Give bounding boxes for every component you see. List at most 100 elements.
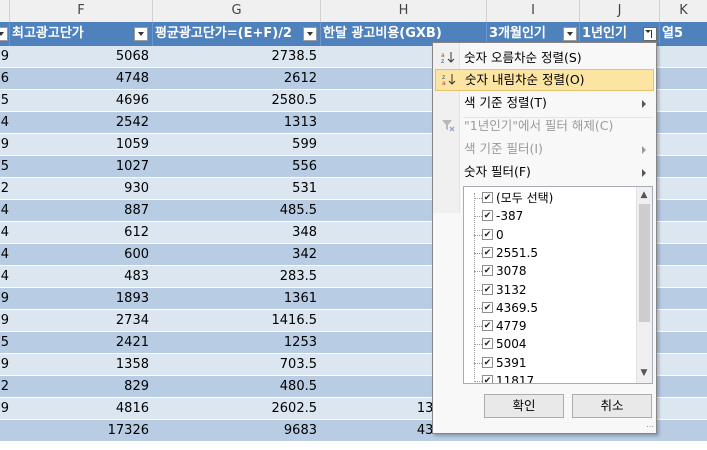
column-letter-j[interactable]: J — [580, 0, 660, 22]
cell-g[interactable]: 703.5 — [153, 354, 321, 376]
cell-f[interactable]: 483 — [10, 266, 153, 288]
cell-g[interactable]: 556 — [153, 156, 321, 178]
cell-k[interactable] — [660, 288, 707, 310]
column-letter-f[interactable]: F — [10, 0, 153, 22]
column-letter-g[interactable]: G — [153, 0, 321, 22]
cell-f[interactable]: 612 — [10, 222, 153, 244]
cell-g[interactable]: 480.5 — [153, 376, 321, 398]
filter-value-item[interactable]: ✔ 4369.5 — [482, 299, 538, 317]
filter-value-item[interactable]: ✔ 5391 — [482, 354, 527, 372]
menu-item-number-filter[interactable]: 숫자 필터(F) — [435, 161, 654, 183]
cell-e[interactable]: 9 — [0, 354, 10, 376]
filter-value-item[interactable]: ✔ -387 — [482, 207, 523, 225]
cell-k[interactable] — [660, 420, 707, 442]
cell-k[interactable] — [660, 332, 707, 354]
cell-e[interactable]: 4 — [0, 112, 10, 134]
cell-g[interactable]: 348 — [153, 222, 321, 244]
cell-g[interactable]: 1361 — [153, 288, 321, 310]
menu-item-sort-descending[interactable]: za 숫자 내림차순 정렬(O) — [435, 69, 654, 91]
cell-e[interactable]: 9 — [0, 310, 10, 332]
cell-e[interactable]: 5 — [0, 90, 10, 112]
filter-value-item[interactable]: ✔ (모두 선택) — [482, 189, 553, 207]
checkbox-checked-icon[interactable]: ✔ — [482, 192, 493, 203]
checkbox-checked-icon[interactable]: ✔ — [482, 356, 493, 368]
cell-f[interactable]: 1358 — [10, 354, 153, 376]
filter-value-item[interactable]: ✔ 11817 — [482, 372, 534, 383]
cell-k[interactable] — [660, 266, 707, 288]
cell-g[interactable]: 2580.5 — [153, 90, 321, 112]
cell-f[interactable]: 1027 — [10, 156, 153, 178]
cell-f[interactable]: 930 — [10, 178, 153, 200]
scroll-down-icon[interactable]: ▼ — [640, 369, 648, 378]
cell-k[interactable] — [660, 222, 707, 244]
cell-e[interactable]: 2 — [0, 178, 10, 200]
scroll-up-icon[interactable]: ▲ — [640, 191, 648, 200]
cell-g[interactable]: 342 — [153, 244, 321, 266]
filter-dropdown-g[interactable] — [303, 27, 317, 41]
checkbox-checked-icon[interactable]: ✔ — [482, 375, 493, 383]
cell-g[interactable]: 531 — [153, 178, 321, 200]
ok-button[interactable]: 확인 — [484, 394, 564, 418]
cell-e[interactable]: 6 — [0, 68, 10, 90]
cell-e[interactable]: 9 — [0, 134, 10, 156]
scroll-thumb[interactable] — [639, 204, 650, 322]
cell-k[interactable] — [660, 310, 707, 332]
filter-value-item[interactable]: ✔ 5004 — [482, 335, 527, 353]
menu-item-sort-ascending[interactable]: az 숫자 오름차순 정렬(S) — [435, 47, 654, 69]
cell-f[interactable]: 1059 — [10, 134, 153, 156]
column-letter-h[interactable]: H — [321, 0, 487, 22]
cell-e[interactable] — [0, 420, 10, 442]
filter-value-item[interactable]: ✔ 0 — [482, 226, 504, 244]
cell-f[interactable]: 4748 — [10, 68, 153, 90]
checkbox-checked-icon[interactable]: ✔ — [482, 283, 493, 295]
cell-g[interactable]: 1416.5 — [153, 310, 321, 332]
cell-k[interactable] — [660, 68, 707, 90]
cell-f[interactable]: 600 — [10, 244, 153, 266]
cell-e[interactable]: 9 — [0, 288, 10, 310]
cell-f[interactable]: 2542 — [10, 112, 153, 134]
cell-e[interactable]: 4 — [0, 222, 10, 244]
cell-g[interactable]: 485.5 — [153, 200, 321, 222]
filter-value-item[interactable]: ✔ 2551.5 — [482, 244, 538, 262]
checkbox-checked-icon[interactable]: ✔ — [482, 301, 493, 313]
checklist-scrollbar[interactable]: ▲ ▼ — [636, 187, 652, 383]
cell-k[interactable] — [660, 46, 707, 68]
filter-value-item[interactable]: ✔ 4779 — [482, 317, 527, 335]
cell-g[interactable]: 1313 — [153, 112, 321, 134]
column-letter-e[interactable] — [0, 0, 10, 22]
column-letter-i[interactable]: I — [487, 0, 580, 22]
cell-e[interactable]: 9 — [0, 46, 10, 68]
cell-f[interactable]: 2734 — [10, 310, 153, 332]
cell-e[interactable]: 4 — [0, 244, 10, 266]
checkbox-checked-icon[interactable]: ✔ — [482, 338, 493, 350]
cell-k[interactable] — [660, 156, 707, 178]
cell-e[interactable]: 5 — [0, 156, 10, 178]
checkbox-checked-icon[interactable]: ✔ — [482, 246, 493, 258]
cell-g[interactable]: 2738.5 — [153, 46, 321, 68]
menu-item-sort-by-color[interactable]: 색 기준 정렬(T) — [435, 92, 654, 114]
cell-k[interactable] — [660, 178, 707, 200]
cell-e[interactable]: 2 — [0, 376, 10, 398]
cell-k[interactable] — [660, 134, 707, 156]
cell-k[interactable] — [660, 398, 707, 420]
filter-dropdown-f[interactable] — [134, 27, 148, 41]
cell-f[interactable]: 5068 — [10, 46, 153, 68]
cell-e[interactable]: 5 — [0, 332, 10, 354]
cell-f[interactable]: 887 — [10, 200, 153, 222]
column-letter-k[interactable]: K — [660, 0, 707, 22]
cell-k[interactable] — [660, 354, 707, 376]
cell-k[interactable] — [660, 376, 707, 398]
checkbox-checked-icon[interactable]: ✔ — [482, 228, 493, 240]
cell-g[interactable]: 2602.5 — [153, 398, 321, 420]
cell-k[interactable] — [660, 244, 707, 266]
cell-g[interactable]: 599 — [153, 134, 321, 156]
cancel-button[interactable]: 취소 — [572, 394, 652, 418]
cell-e[interactable]: 9 — [0, 398, 10, 420]
cell-e[interactable]: 4 — [0, 266, 10, 288]
cell-k[interactable] — [660, 200, 707, 222]
checkbox-checked-icon[interactable]: ✔ — [482, 265, 493, 277]
cell-g[interactable]: 9683 — [153, 420, 321, 442]
cell-e[interactable]: 4 — [0, 200, 10, 222]
cell-f[interactable]: 4696 — [10, 90, 153, 112]
cell-g[interactable]: 1253 — [153, 332, 321, 354]
